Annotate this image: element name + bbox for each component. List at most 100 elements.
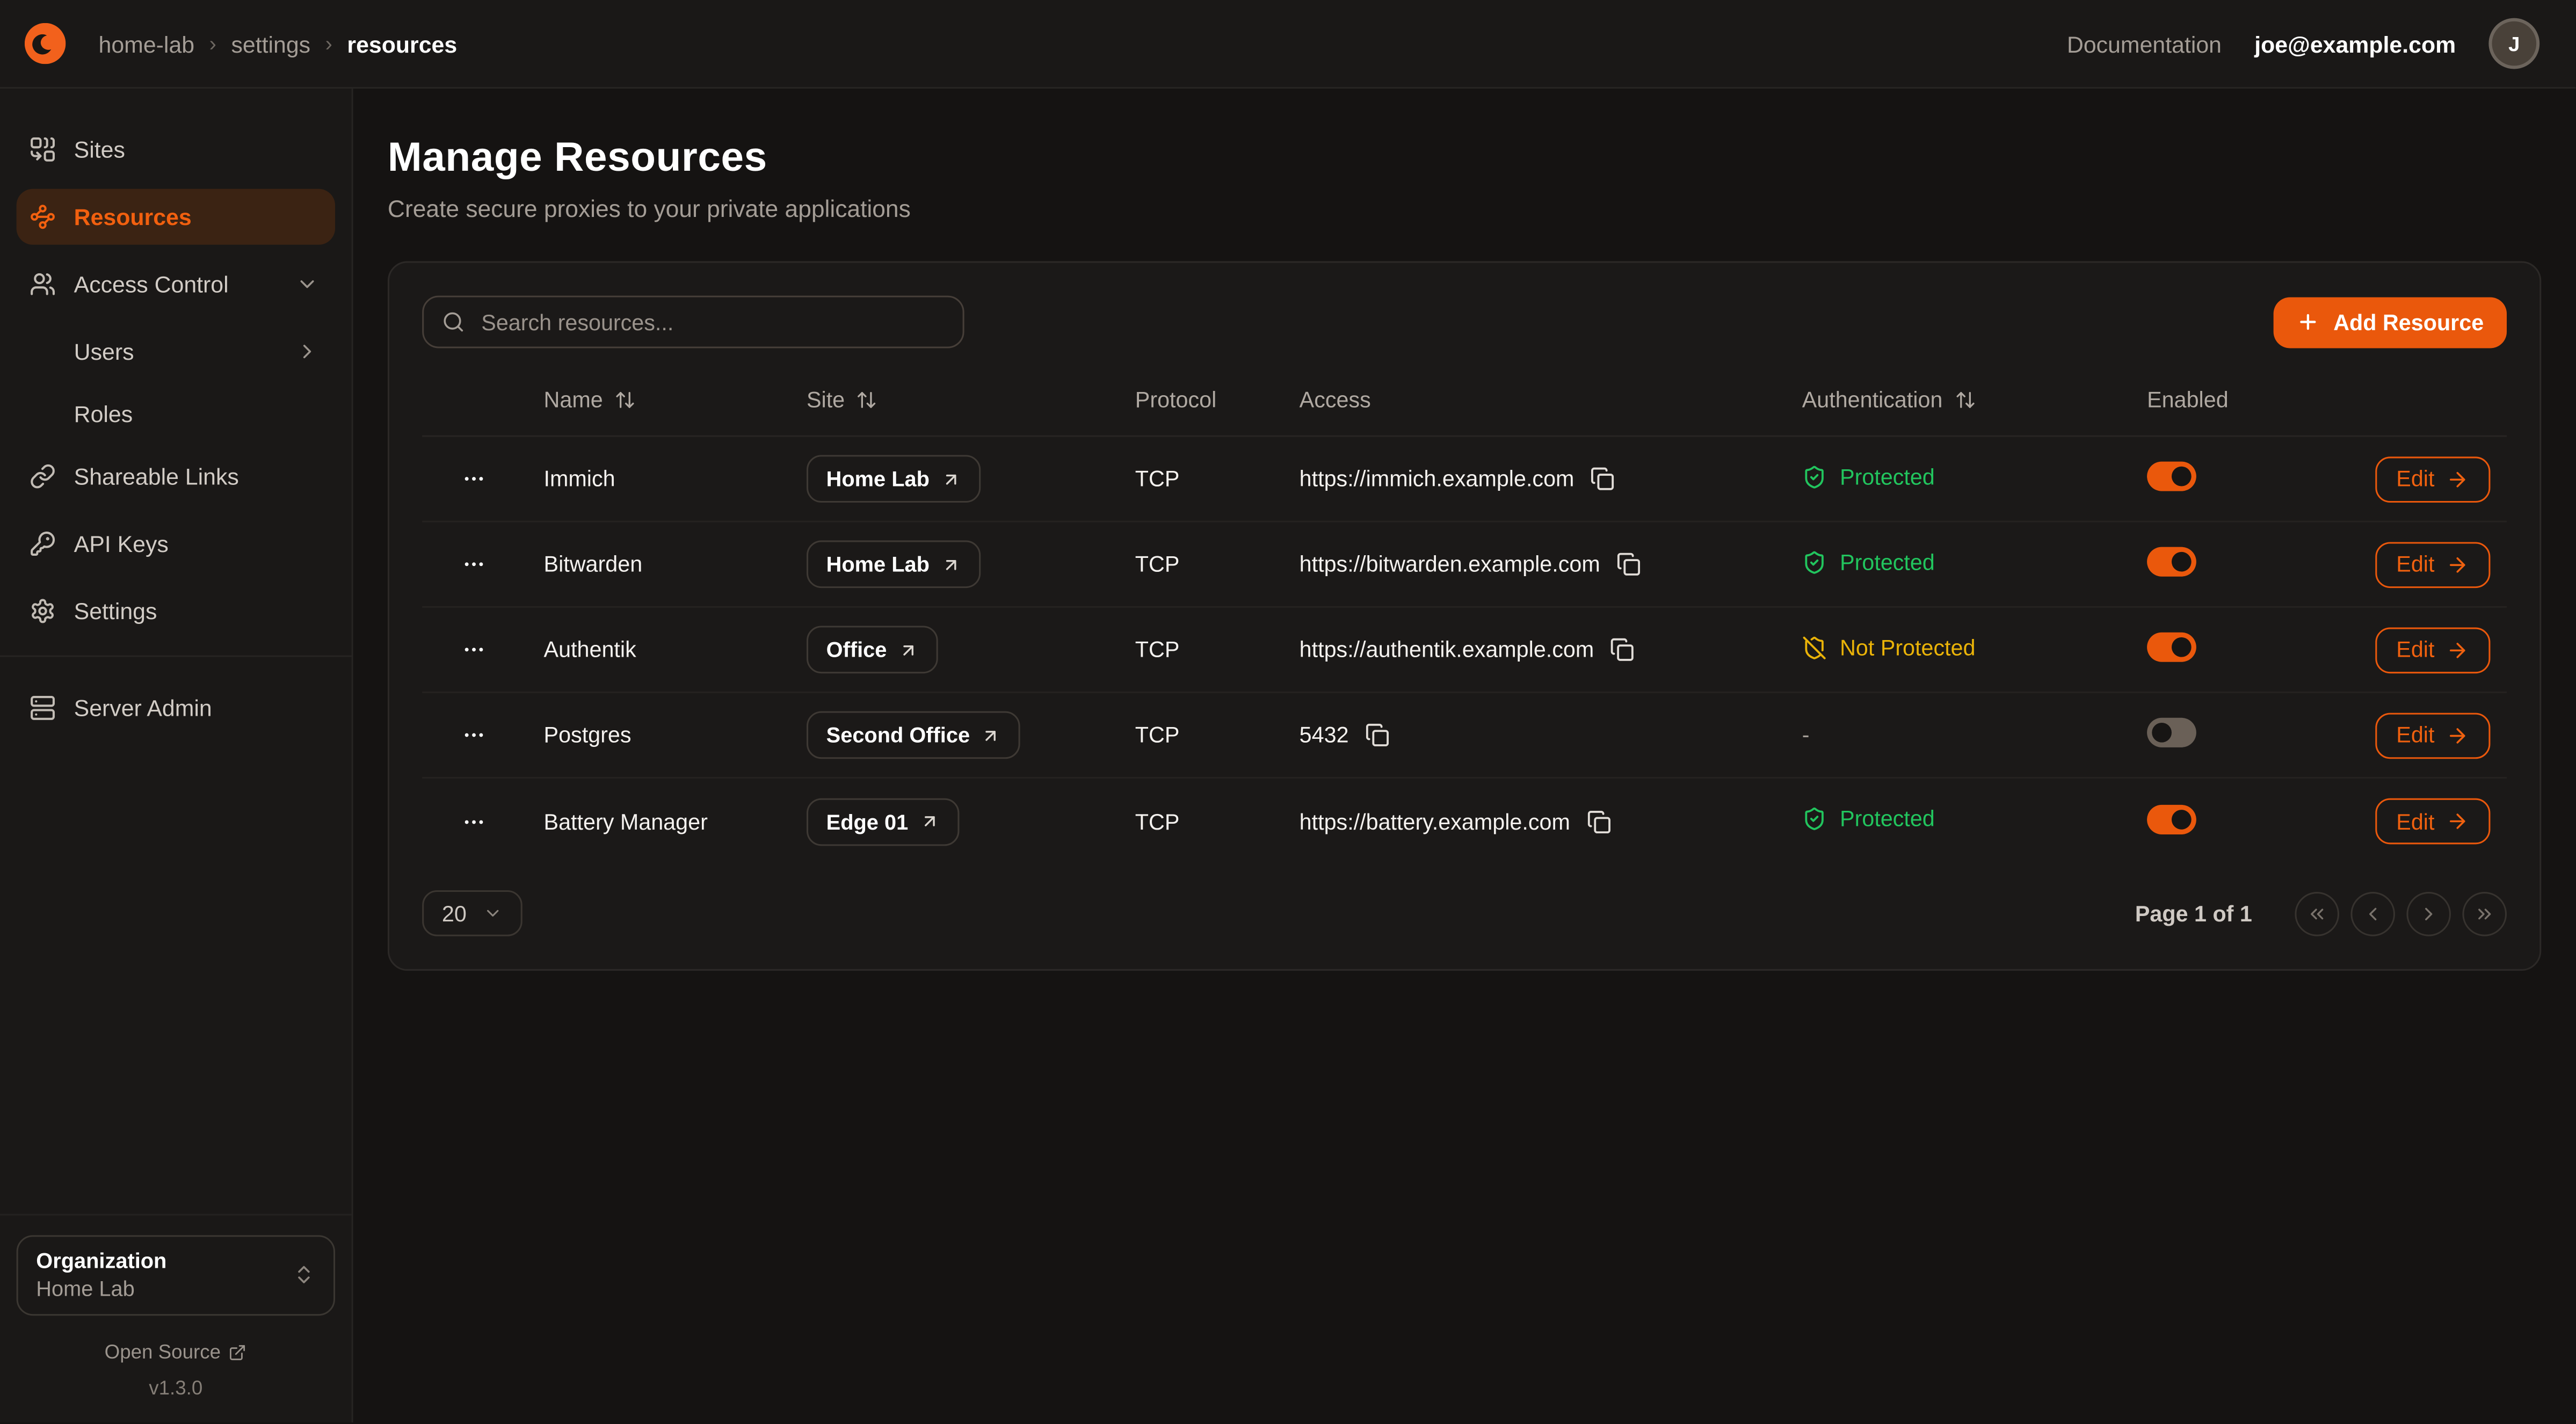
edit-button[interactable]: Edit — [2375, 627, 2491, 673]
search-icon — [442, 310, 465, 333]
breadcrumb: home-lab › settings › resources — [99, 31, 458, 57]
page-size-value: 20 — [442, 901, 467, 926]
copy-button[interactable] — [1591, 467, 1615, 491]
table-body: Immich Home Lab TCP https://immich.examp… — [422, 437, 2507, 864]
sidebar-item-shareable-links[interactable]: Shareable Links — [17, 448, 335, 504]
sidebar-item-label: Server Admin — [74, 695, 212, 721]
table-header: Name Site Protocol Access Authentication… — [422, 365, 2507, 437]
next-page-button[interactable] — [2406, 891, 2451, 936]
page-size-select[interactable]: 20 — [422, 890, 523, 936]
site-link-button[interactable]: Home Lab — [807, 540, 981, 588]
row-actions-button[interactable] — [455, 631, 492, 669]
add-resource-button[interactable]: Add Resource — [2274, 296, 2507, 347]
edit-button[interactable]: Edit — [2375, 798, 2491, 845]
access-url: https://battery.example.com — [1300, 809, 1570, 834]
column-header-authentication[interactable]: Authentication — [1802, 388, 2131, 412]
breadcrumb-org[interactable]: home-lab — [99, 31, 195, 57]
page-info: Page 1 of 1 — [2135, 901, 2252, 926]
column-header-protocol: Protocol — [1135, 388, 1300, 412]
last-page-button[interactable] — [2462, 891, 2507, 936]
sidebar-item-access-control[interactable]: Access Control — [17, 256, 335, 312]
sidebar-divider — [0, 656, 352, 657]
copy-button[interactable] — [1365, 723, 1390, 747]
sort-icon — [857, 389, 878, 411]
open-source-link[interactable]: Open Source — [17, 1340, 335, 1363]
auth-status: - — [1802, 723, 1810, 747]
search-input[interactable] — [478, 308, 945, 336]
sidebar-item-users[interactable]: Users — [17, 324, 335, 380]
shield-check-icon — [1802, 549, 1827, 574]
sidebar-item-resources[interactable]: Resources — [17, 189, 335, 245]
avatar[interactable]: J — [2488, 18, 2539, 69]
ellipsis-icon — [462, 467, 487, 491]
organization-selector[interactable]: Organization Home Lab — [17, 1235, 335, 1316]
row-actions-button[interactable] — [455, 802, 492, 840]
toggle-knob — [2172, 467, 2192, 486]
toggle-knob — [2172, 637, 2192, 657]
sidebar-item-label: Users — [74, 338, 134, 365]
chevron-left-icon — [2362, 903, 2384, 924]
chevron-right-icon — [2418, 903, 2440, 924]
breadcrumb-settings[interactable]: settings — [231, 31, 310, 57]
edit-button-label: Edit — [2396, 637, 2434, 662]
sidebar-item-label: Resources — [74, 204, 192, 230]
row-actions-button[interactable] — [455, 460, 492, 498]
ellipsis-icon — [462, 637, 487, 662]
sidebar-item-roles[interactable]: Roles — [17, 386, 335, 442]
sidebar-item-label: Settings — [74, 598, 157, 624]
edit-button[interactable]: Edit — [2375, 712, 2491, 758]
edit-button[interactable]: Edit — [2375, 456, 2491, 502]
breadcrumb-separator: › — [325, 31, 332, 56]
arrow-up-right-icon — [982, 725, 1002, 745]
auth-label: - — [1802, 723, 1810, 747]
breadcrumb-resources[interactable]: resources — [347, 31, 457, 57]
sidebar-item-sites[interactable]: Sites — [17, 121, 335, 177]
copy-icon — [1610, 637, 1635, 662]
chevrons-left-icon — [2306, 903, 2328, 924]
copy-button[interactable] — [1616, 552, 1641, 577]
copy-button[interactable] — [1610, 637, 1635, 662]
key-icon — [30, 531, 56, 557]
previous-page-button[interactable] — [2350, 891, 2395, 936]
site-link-button[interactable]: Second Office — [807, 711, 1021, 759]
site-name: Edge 01 — [826, 809, 909, 834]
plus-icon — [2297, 310, 2320, 333]
sidebar-item-api-keys[interactable]: API Keys — [17, 516, 335, 572]
copy-button[interactable] — [1586, 809, 1611, 834]
row-actions-button[interactable] — [455, 546, 492, 583]
enabled-toggle[interactable] — [2147, 462, 2196, 491]
first-page-button[interactable] — [2295, 891, 2339, 936]
main-content: Manage Resources Create secure proxies t… — [353, 89, 2576, 1422]
search-box — [422, 296, 964, 348]
column-header-name[interactable]: Name — [544, 388, 807, 412]
user-email[interactable]: joe@example.com — [2254, 31, 2456, 57]
site-link-button[interactable]: Home Lab — [807, 455, 981, 503]
sidebar-item-settings[interactable]: Settings — [17, 583, 335, 639]
organization-value: Home Lab — [36, 1275, 166, 1304]
auth-status: Not Protected — [1802, 635, 1976, 659]
protocol: TCP — [1135, 809, 1300, 834]
enabled-toggle[interactable] — [2147, 718, 2196, 747]
auth-label: Protected — [1840, 807, 1935, 831]
edit-button-label: Edit — [2396, 809, 2434, 834]
documentation-link[interactable]: Documentation — [2067, 31, 2222, 57]
resource-name: Immich — [544, 467, 807, 491]
sidebar-item-server-admin[interactable]: Server Admin — [17, 680, 335, 736]
sort-icon — [1954, 389, 1976, 411]
app-root: home-lab › settings › resources Document… — [0, 0, 2576, 1424]
enabled-toggle[interactable] — [2147, 633, 2196, 662]
enabled-toggle[interactable] — [2147, 547, 2196, 577]
resource-name: Postgres — [544, 723, 807, 747]
site-link-button[interactable]: Office — [807, 626, 938, 673]
breadcrumb-separator: › — [209, 31, 216, 56]
edit-button[interactable]: Edit — [2375, 541, 2491, 587]
enabled-toggle[interactable] — [2147, 804, 2196, 833]
version-label: v1.3.0 — [17, 1376, 335, 1399]
chevron-down-icon — [296, 273, 319, 296]
row-actions-button[interactable] — [455, 716, 492, 754]
column-header-enabled: Enabled — [2131, 388, 2361, 412]
ellipsis-icon — [462, 809, 487, 834]
column-header-site[interactable]: Site — [807, 388, 1135, 412]
site-link-button[interactable]: Edge 01 — [807, 797, 959, 845]
add-resource-label: Add Resource — [2333, 310, 2484, 335]
